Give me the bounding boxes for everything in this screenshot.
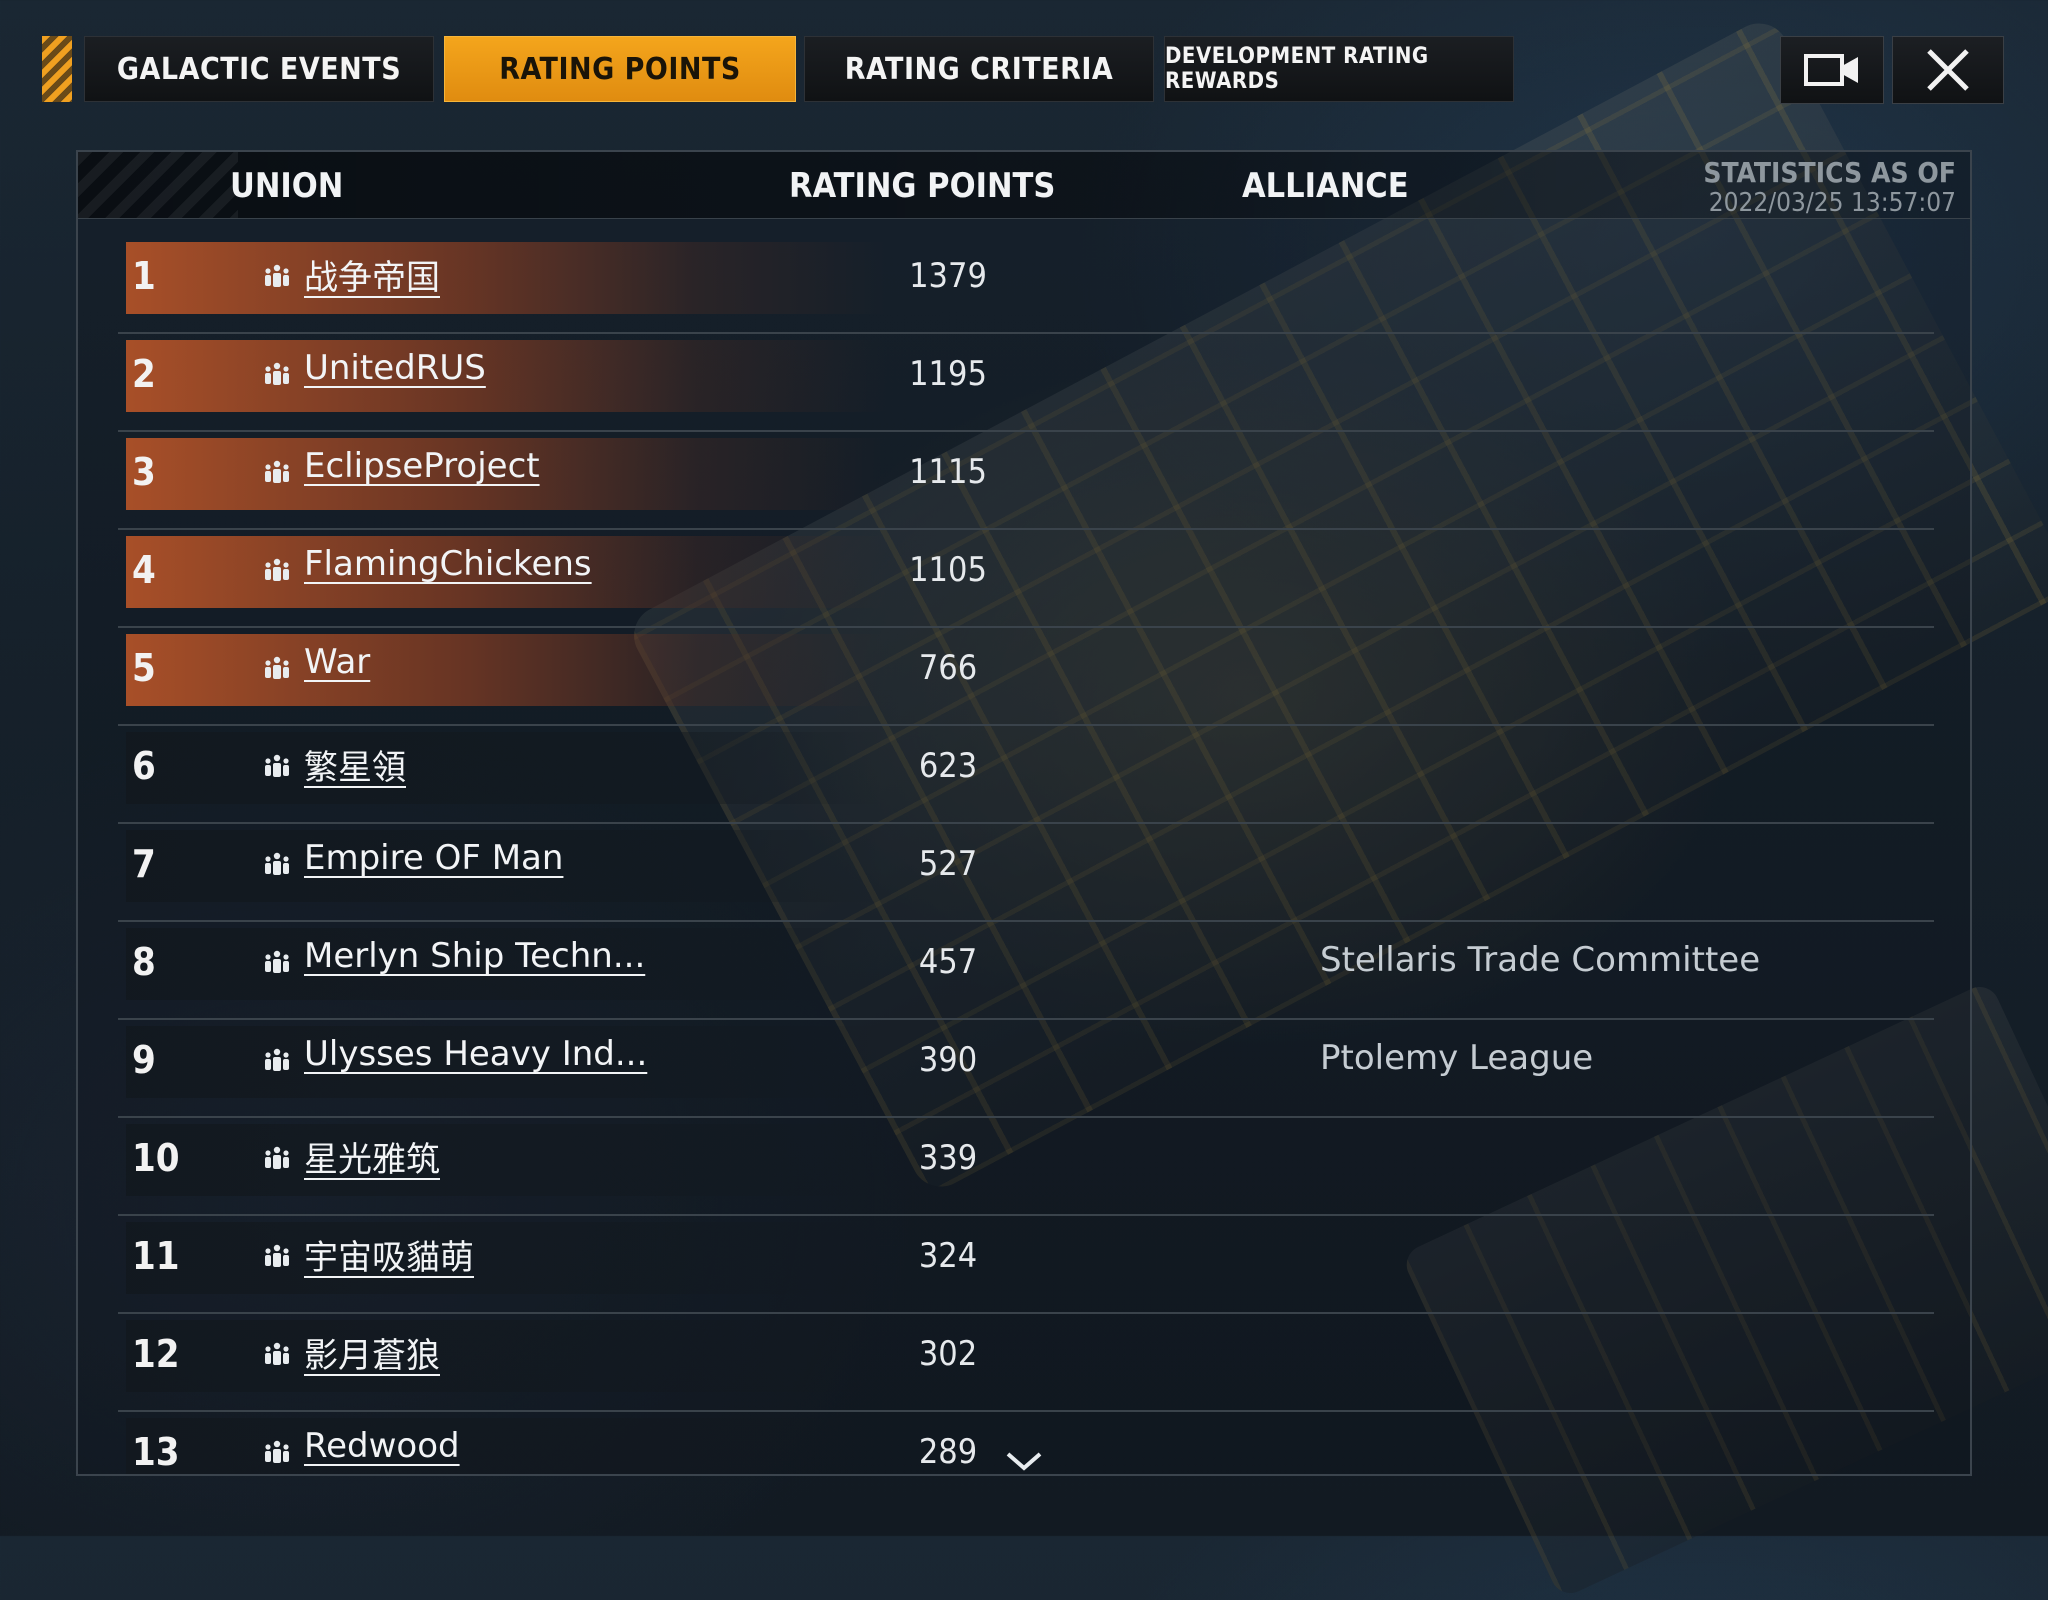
union-name-link[interactable]: Redwood <box>304 1426 460 1466</box>
header-stripes <box>78 152 238 218</box>
tab-bar: GALACTIC EVENTS RATING POINTS RATING CRI… <box>0 0 2048 110</box>
rating-points-value: 390 <box>918 1040 978 1080</box>
table-row[interactable]: 11 宇宙吸貓萌 324 <box>118 1216 1934 1314</box>
union-name-link[interactable]: 繁星領 <box>304 740 406 789</box>
rating-points-value: 766 <box>918 648 978 688</box>
rating-points-value: 339 <box>918 1138 978 1178</box>
rating-points-value: 1105 <box>909 550 987 590</box>
column-header-alliance: ALLIANCE <box>1242 166 1409 206</box>
union-name-link[interactable]: 影月蒼狼 <box>304 1328 440 1377</box>
alliance-name: Stellaris Trade Committee <box>1320 940 1761 980</box>
row-highlight <box>126 1124 886 1196</box>
rank-number: 7 <box>132 842 156 886</box>
column-header-union: UNION <box>230 166 344 206</box>
rank-number: 2 <box>132 352 156 396</box>
rating-points-value: 1195 <box>909 354 987 394</box>
union-name-link[interactable]: Empire OF Man <box>304 838 563 878</box>
union-icon <box>262 949 292 979</box>
union-name-link[interactable]: 星光雅筑 <box>304 1132 440 1181</box>
row-highlight <box>126 340 886 412</box>
rank-number: 5 <box>132 646 156 690</box>
union-icon <box>262 655 292 685</box>
alliance-name: Ptolemy League <box>1320 1038 1594 1078</box>
rating-points-value: 1115 <box>909 452 987 492</box>
rating-points-value: 302 <box>918 1334 978 1374</box>
table-header: UNION RATING POINTS ALLIANCE STATISTICS … <box>78 152 1970 219</box>
rank-number: 12 <box>132 1332 180 1376</box>
union-icon <box>262 557 292 587</box>
table-row[interactable]: 7 Empire OF Man 527 <box>118 824 1934 922</box>
union-icon <box>262 1145 292 1175</box>
union-name-link[interactable]: 宇宙吸貓萌 <box>304 1230 474 1279</box>
union-icon <box>262 263 292 293</box>
statistics-timestamp: STATISTICS AS OF 2022/03/25 13:57:07 <box>1703 156 1956 219</box>
rank-number: 8 <box>132 940 156 984</box>
rank-number: 13 <box>132 1430 180 1474</box>
rating-points-value: 623 <box>918 746 978 786</box>
rating-points-value: 324 <box>918 1236 978 1276</box>
row-highlight <box>126 732 886 804</box>
rating-points-value: 289 <box>918 1432 978 1472</box>
rating-points-panel: UNION RATING POINTS ALLIANCE STATISTICS … <box>76 150 1972 1476</box>
union-icon <box>262 851 292 881</box>
table-row[interactable]: 6 繁星領 623 <box>118 726 1934 824</box>
rank-number: 3 <box>132 450 156 494</box>
union-name-link[interactable]: 战争帝国 <box>304 250 440 299</box>
tab-rating-points[interactable]: RATING POINTS <box>444 36 796 102</box>
union-name-link[interactable]: Ulysses Heavy Ind... <box>304 1034 647 1074</box>
close-button[interactable] <box>1892 36 2004 104</box>
scroll-down-button[interactable] <box>1004 1448 1044 1474</box>
table-row[interactable]: 9 Ulysses Heavy Ind... 390 Ptolemy League <box>118 1020 1934 1118</box>
ranking-list[interactable]: 1 战争帝国 1379 2 UnitedRUS 1195 3 EclipseProject 11… <box>118 236 1934 1474</box>
table-row[interactable]: 2 UnitedRUS 1195 <box>118 334 1934 432</box>
table-row[interactable]: 5 War 766 <box>118 628 1934 726</box>
chevron-down-icon <box>1006 1452 1042 1471</box>
rank-number: 6 <box>132 744 156 788</box>
table-row[interactable]: 8 Merlyn Ship Techn... 457 Stellaris Trade … <box>118 922 1934 1020</box>
union-icon <box>262 1341 292 1371</box>
table-row[interactable]: 3 EclipseProject 1115 <box>118 432 1934 530</box>
statistics-label: STATISTICS AS OF <box>1703 156 1956 189</box>
row-highlight <box>126 1320 886 1392</box>
tab-galactic-events[interactable]: GALACTIC EVENTS <box>84 36 434 102</box>
table-row[interactable]: 1 战争帝国 1379 <box>118 236 1934 334</box>
table-row[interactable]: 12 影月蒼狼 302 <box>118 1314 1934 1412</box>
union-icon <box>262 361 292 391</box>
union-name-link[interactable]: EclipseProject <box>304 446 540 486</box>
rank-number: 1 <box>132 254 156 298</box>
row-highlight <box>126 1418 886 1474</box>
union-name-link[interactable]: UnitedRUS <box>304 348 486 388</box>
union-name-link[interactable]: War <box>304 642 370 682</box>
table-row[interactable]: 4 FlamingChickens 1105 <box>118 530 1934 628</box>
rating-points-value: 457 <box>918 942 978 982</box>
union-icon <box>262 753 292 783</box>
row-highlight <box>126 634 886 706</box>
rank-number: 11 <box>132 1234 180 1278</box>
tab-rating-criteria[interactable]: RATING CRITERIA <box>804 36 1154 102</box>
rank-number: 9 <box>132 1038 156 1082</box>
row-highlight <box>126 242 886 314</box>
statistics-time: 2022/03/25 13:57:07 <box>1708 188 1956 218</box>
union-name-link[interactable]: Merlyn Ship Techn... <box>304 936 645 976</box>
close-icon <box>1927 49 1969 91</box>
rating-points-value: 1379 <box>909 256 987 296</box>
column-header-rating-points: RATING POINTS <box>789 166 1056 206</box>
row-highlight <box>126 1222 886 1294</box>
rank-number: 4 <box>132 548 156 592</box>
rating-points-value: 527 <box>918 844 978 884</box>
union-icon <box>262 1047 292 1077</box>
union-icon <box>262 459 292 489</box>
union-icon <box>262 1243 292 1273</box>
video-camera-icon <box>1804 54 1858 86</box>
union-name-link[interactable]: FlamingChickens <box>304 544 592 584</box>
record-video-button[interactable] <box>1780 36 1884 104</box>
table-row[interactable]: 10 星光雅筑 339 <box>118 1118 1934 1216</box>
rank-number: 10 <box>132 1136 180 1180</box>
union-icon <box>262 1439 292 1469</box>
tab-bar-accent <box>42 36 72 102</box>
tab-development-rating-rewards[interactable]: DEVELOPMENT RATING REWARDS <box>1164 36 1514 102</box>
